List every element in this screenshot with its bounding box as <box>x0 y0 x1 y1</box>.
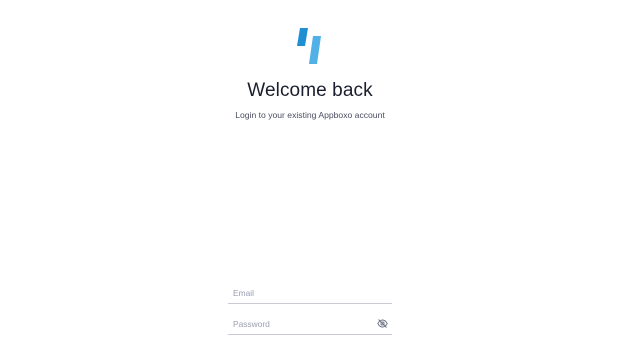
password-input[interactable] <box>233 316 373 332</box>
login-page: Welcome back Login to your existing Appb… <box>0 0 620 343</box>
page-subtitle: Login to your existing Appboxo account <box>235 110 385 120</box>
email-input[interactable] <box>233 285 373 301</box>
password-field <box>228 314 392 335</box>
page-title: Welcome back <box>247 80 373 101</box>
appboxo-logo-icon <box>296 28 324 64</box>
eye-off-icon[interactable] <box>377 318 388 329</box>
email-field <box>228 283 392 304</box>
